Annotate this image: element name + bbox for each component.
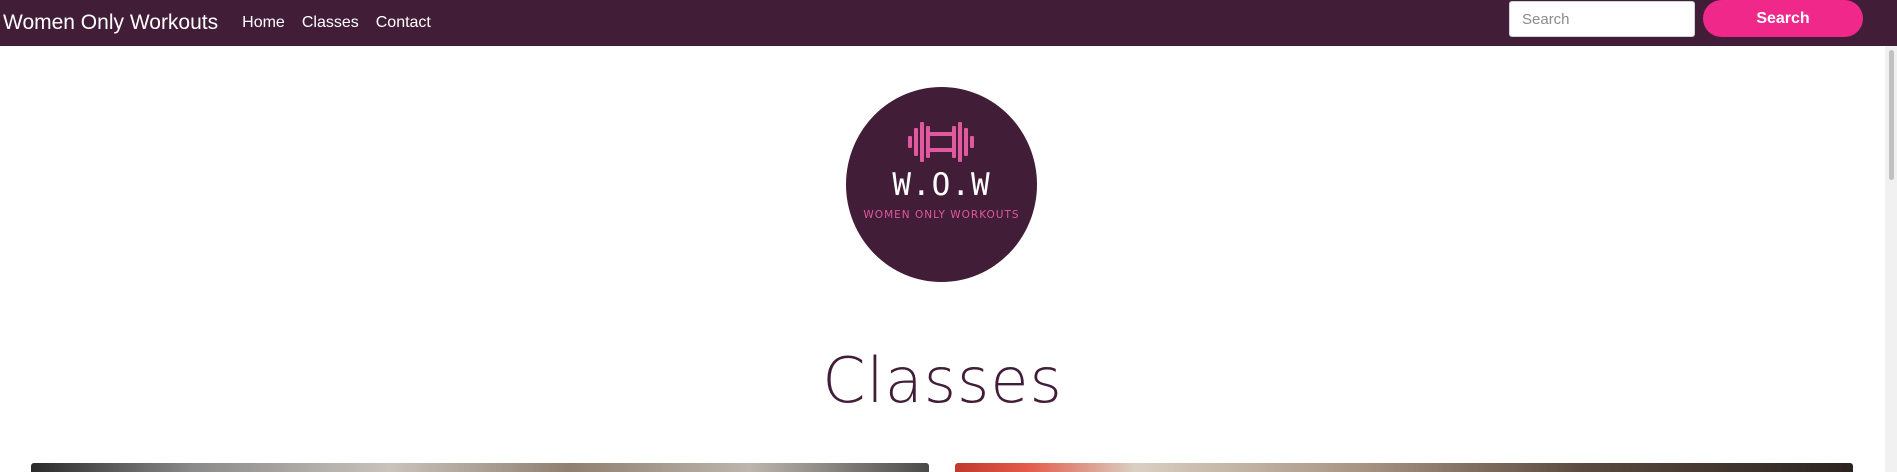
nav-link-classes[interactable]: Classes: [302, 14, 359, 32]
search-input[interactable]: [1509, 1, 1695, 37]
logo-title: W.O.W: [892, 167, 991, 203]
brand-link[interactable]: Women Only Workouts: [3, 11, 218, 35]
class-card-image[interactable]: [31, 463, 929, 472]
nav-link-home[interactable]: Home: [242, 14, 285, 32]
nav-links: Home Classes Contact: [242, 14, 431, 32]
wow-logo: W.O.W WOMEN ONLY WORKOUTS: [846, 87, 1037, 282]
logo-subtitle: WOMEN ONLY WORKOUTS: [863, 209, 1020, 221]
scrollbar-thumb[interactable]: [1889, 50, 1894, 180]
top-navbar: Women Only Workouts Home Classes Contact…: [0, 0, 1897, 46]
dumbbell-icon: [908, 122, 974, 162]
class-card-image[interactable]: [955, 463, 1853, 472]
nav-link-contact[interactable]: Contact: [376, 14, 431, 32]
classes-heading: Classes: [822, 344, 1063, 417]
search-button[interactable]: Search: [1703, 0, 1863, 37]
